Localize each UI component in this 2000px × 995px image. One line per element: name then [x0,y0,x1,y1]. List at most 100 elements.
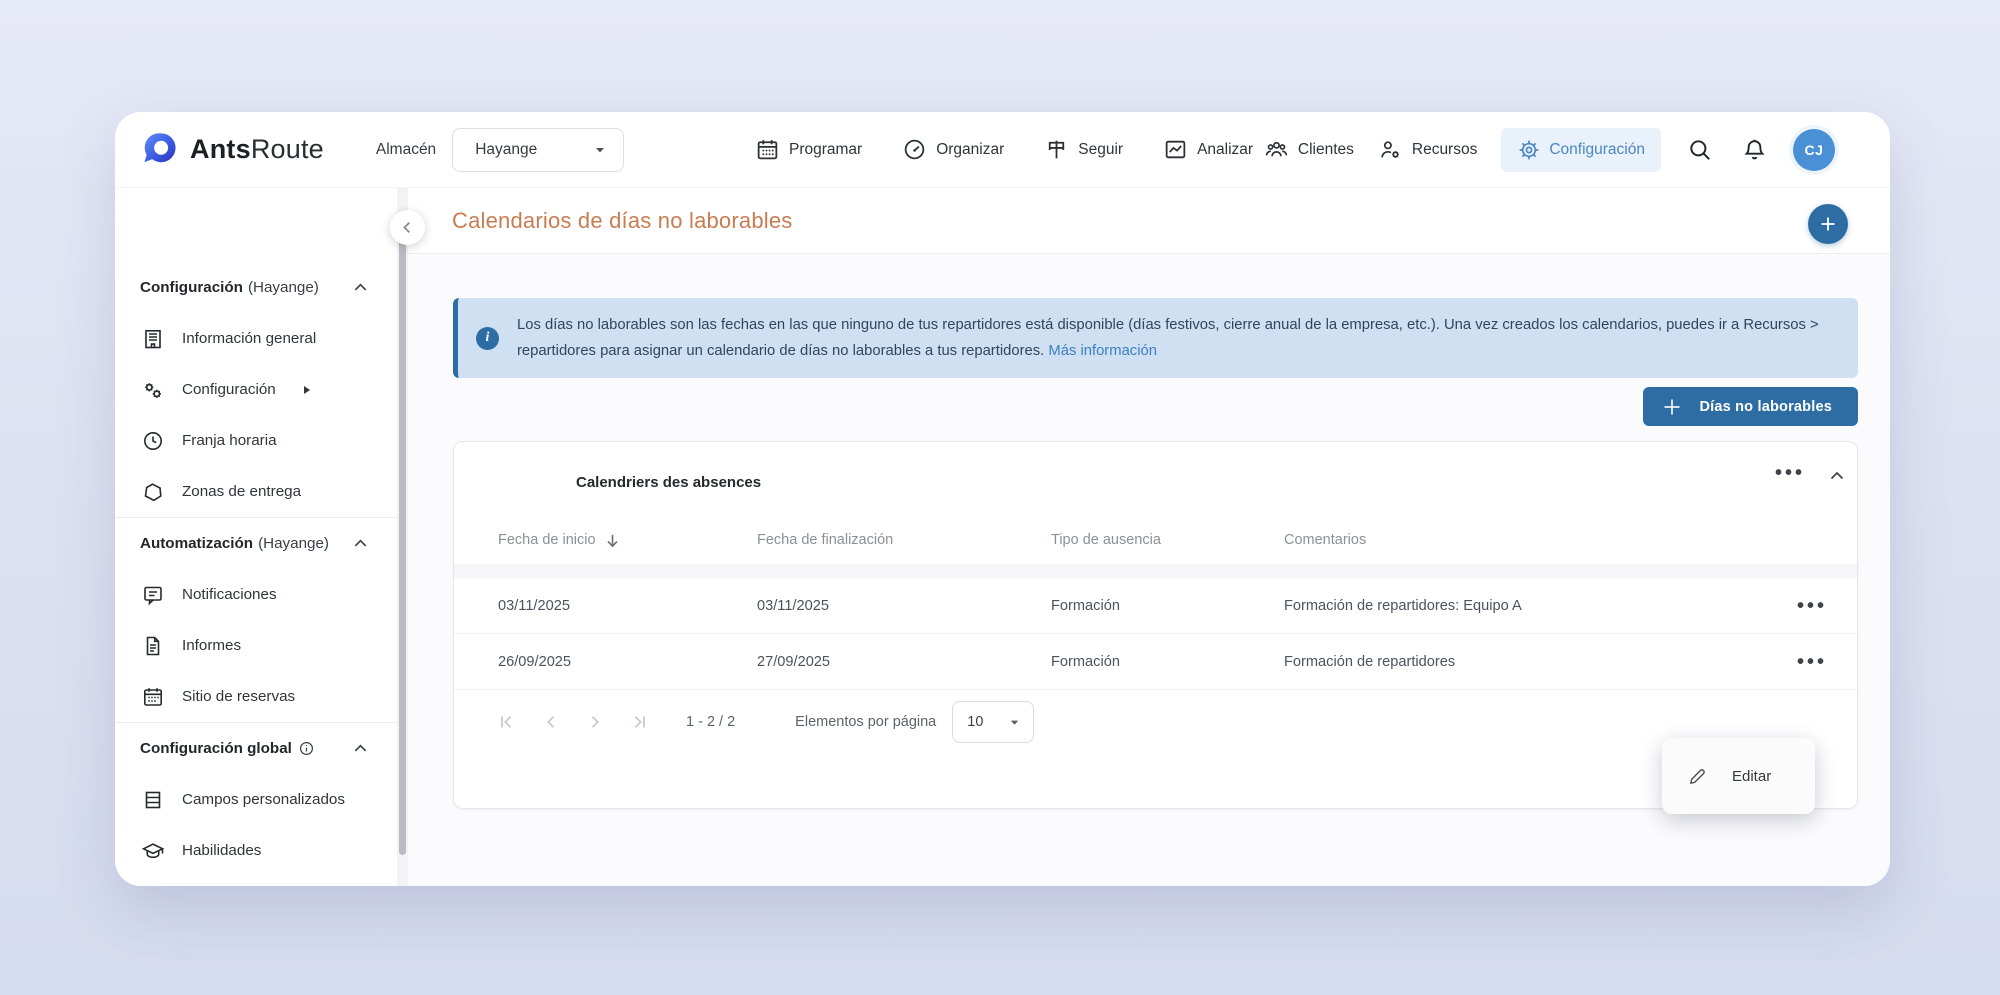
warehouse-select[interactable]: Hayange [452,128,624,172]
info-circle-icon [299,741,314,756]
cell-end-date: 27/09/2025 [757,654,1051,670]
sidebar-item-notificaciones[interactable]: Notificaciones [115,569,408,620]
rows-icon [140,787,166,813]
avatar-initials: CJ [1805,142,1824,158]
cell-absence-type: Formación [1051,654,1284,670]
column-label: Fecha de finalización [757,532,893,548]
cell-absence-type: Formación [1051,598,1284,614]
per-page-label: Elementos por página [795,714,936,730]
nav-label: Analizar [1197,141,1253,159]
column-label: Comentarios [1284,532,1366,548]
column-header-tipo-ausencia[interactable]: Tipo de ausencia [1051,532,1284,548]
submenu-arrow-icon [302,385,312,395]
sidebar-collapse-button[interactable] [390,210,425,245]
antsroute-drop-icon [140,130,180,170]
sidebar-item-campos-personalizados[interactable]: Campos personalizados [115,774,408,825]
warehouse-label: Almacén [376,141,436,159]
sidebar-section-configuracion[interactable]: Configuración(Hayange) [115,262,408,313]
column-label: Fecha de inicio [498,532,596,548]
add-days-off-button[interactable]: Días no laborables [1643,387,1858,426]
pagination-bar: 1 - 2 / 2 Elementos por página 10 [454,690,1857,754]
sidebar-section-configuracion-global[interactable]: Configuración global [115,723,408,774]
cell-comment: Formación de repartidores: Equipo A [1284,598,1767,614]
gears-icon [140,377,166,403]
sidebar-item-informacion-general[interactable]: Información general [115,313,408,364]
plus-icon [1818,214,1838,234]
user-avatar[interactable]: CJ [1793,129,1835,171]
previous-page-button[interactable] [542,713,560,731]
sidebar-scrollbar[interactable] [397,188,408,886]
sidebar-item-label: Habilidades [182,842,261,859]
card-collapse-button[interactable] [1829,468,1845,484]
graduation-cap-icon [140,838,166,864]
chevron-left-icon [400,220,415,235]
pagination-range: 1 - 2 / 2 [686,714,735,730]
search-button[interactable] [1685,135,1715,165]
page-header: Calendarios de días no laborables [408,188,1890,254]
sidebar-item-label: Configuración [182,381,276,398]
absence-calendars-card: Calendriers des absences ••• Fecha de in… [453,441,1858,809]
more-info-link[interactable]: Más información [1048,343,1157,359]
page-body: i Los días no laborables son las fechas … [408,254,1890,886]
nav-label: Organizar [936,141,1004,159]
cell-start-date: 26/09/2025 [498,654,757,670]
nav-item-configuracion[interactable]: Configuración [1501,128,1661,172]
per-page-select[interactable]: 10 [952,701,1034,743]
caret-down-icon [593,143,607,157]
brand-logo[interactable]: AntsRoute [140,130,324,170]
sidebar-section-automatizacion[interactable]: Automatización(Hayange) [115,518,408,569]
sidebar-item-label: Franja horaria [182,432,277,449]
settings-sidebar: Configuración(Hayange) Información gener… [115,188,408,886]
search-icon [1687,137,1713,163]
column-header-fecha-finalizacion[interactable]: Fecha de finalización [757,532,1051,548]
sidebar-item-label: Zonas de entrega [182,483,301,500]
sidebar-item-habilidades[interactable]: Habilidades [115,825,408,876]
last-page-button[interactable] [630,713,648,731]
nav-label: Seguir [1078,141,1123,159]
main-content: Calendarios de días no laborables i Los … [408,188,1890,886]
info-banner-text: Los días no laborables son las fechas en… [517,312,1836,364]
next-page-button[interactable] [586,713,604,731]
info-banner: i Los días no laborables son las fechas … [453,298,1858,378]
table-row[interactable]: 03/11/2025 03/11/2025 Formación Formació… [454,578,1857,634]
sidebar-item-sitio-de-reservas[interactable]: Sitio de reservas [115,671,408,722]
calendar-icon [755,137,780,162]
chevron-up-icon [353,536,368,551]
notifications-button[interactable] [1739,135,1769,165]
table-row[interactable]: 26/09/2025 27/09/2025 Formación Formació… [454,634,1857,690]
zone-polygon-icon [140,479,166,505]
row-actions-button[interactable]: ••• [1797,601,1827,611]
chart-icon [1163,137,1188,162]
sidebar-scrollbar-thumb[interactable] [399,230,406,855]
context-menu-edit-label: Editar [1732,768,1771,785]
sidebar-item-configuracion[interactable]: Configuración [115,364,408,415]
first-page-button[interactable] [498,713,516,731]
nav-item-analizar[interactable]: Analizar [1163,137,1253,162]
section-title: Automatización [140,535,253,552]
cell-start-date: 03/11/2025 [498,598,757,614]
secondary-nav: Clientes Recursos [1264,128,1835,172]
brand-name: AntsRoute [190,134,324,165]
nav-item-programar[interactable]: Programar [755,137,862,162]
column-header-comentarios[interactable]: Comentarios [1284,532,1767,548]
add-calendar-button[interactable] [1808,204,1848,244]
bell-icon [1742,137,1767,162]
nav-item-recursos[interactable]: Recursos [1378,137,1477,162]
card-more-actions-button[interactable]: ••• [1775,466,1805,480]
sidebar-item-informes[interactable]: Informes [115,620,408,671]
nav-label: Programar [789,141,862,159]
sidebar-item-zonas-de-entrega[interactable]: Zonas de entrega [115,466,408,517]
sidebar-item-franja-horaria[interactable]: Franja horaria [115,415,408,466]
primary-nav: Programar Organizar Seguir [755,137,1253,162]
context-menu-edit[interactable]: Editar [1662,752,1815,800]
caret-down-icon [1008,716,1021,729]
nav-item-clientes[interactable]: Clientes [1264,137,1354,162]
nav-item-organizar[interactable]: Organizar [902,137,1004,162]
card-header: Calendriers des absences ••• [454,442,1857,516]
nav-label: Recursos [1412,141,1477,159]
table-empty-stripe [454,564,1857,578]
nav-item-seguir[interactable]: Seguir [1044,137,1123,162]
column-header-fecha-inicio[interactable]: Fecha de inicio [498,532,757,549]
add-days-off-label: Días no laborables [1699,399,1832,415]
row-actions-button[interactable]: ••• [1797,657,1827,667]
